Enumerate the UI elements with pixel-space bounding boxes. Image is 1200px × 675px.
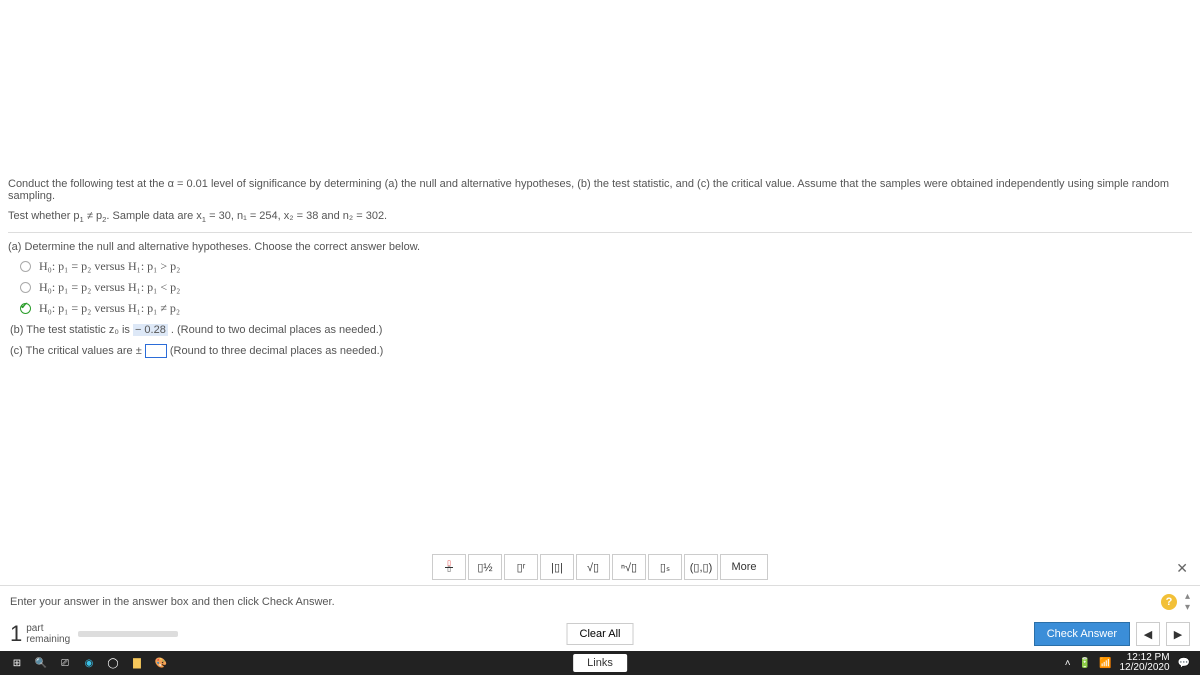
explorer-icon[interactable]: ▇ bbox=[130, 656, 144, 670]
search-icon[interactable]: 🔍 bbox=[34, 656, 48, 670]
palette-exponent-button[interactable]: ▯ʳ bbox=[504, 554, 538, 580]
help-icon[interactable]: ? bbox=[1161, 594, 1177, 610]
links-popup[interactable]: Links bbox=[573, 654, 627, 672]
palette-mixed-button[interactable]: ▯½ bbox=[468, 554, 502, 580]
problem-line-2: Test whether p1 ≠ p2. Sample data are x1… bbox=[8, 210, 1192, 224]
radio-label: H₀: p₁ = p₂ versus H₁: p₁ < p₂ bbox=[39, 280, 180, 295]
chevron-up-icon[interactable]: ˄ bbox=[1065, 658, 1071, 669]
palette-absolute-button[interactable]: |▯| bbox=[540, 554, 574, 580]
math-palette: ▯▯ ▯½ ▯ʳ |▯| √▯ ⁿ√▯ ▯ₛ (▯,▯) More bbox=[432, 554, 768, 580]
instruction-text: Enter your answer in the answer box and … bbox=[10, 596, 335, 608]
clear-all-button[interactable]: Clear All bbox=[567, 623, 634, 645]
clock[interactable]: 12:12 PM 12/20/2020 bbox=[1119, 653, 1169, 673]
part-c-row: (c) The critical values are ± (Round to … bbox=[10, 344, 1192, 358]
check-answer-button[interactable]: Check Answer bbox=[1034, 622, 1130, 646]
instruction-bar: Enter your answer in the answer box and … bbox=[0, 585, 1200, 617]
part-b-row: (b) The test statistic z₀ is − 0.28 . (R… bbox=[10, 324, 1192, 336]
progress-bar bbox=[78, 631, 178, 637]
action-bar: 1 partremaining Clear All Check Answer ◀… bbox=[0, 617, 1200, 651]
notifications-icon[interactable]: 💬 bbox=[1178, 658, 1190, 669]
problem-line-1: Conduct the following test at the α = 0.… bbox=[8, 178, 1192, 202]
windows-taskbar: ⊞ 🔍 ⎚ ◉ ◯ ▇ 🎨 Links ˄ 🔋 📶 12:12 PM 12/20… bbox=[0, 651, 1200, 675]
chrome-icon[interactable]: ◯ bbox=[106, 656, 120, 670]
palette-nthroot-button[interactable]: ⁿ√▯ bbox=[612, 554, 646, 580]
test-statistic-value: − 0.28 bbox=[133, 324, 168, 336]
prev-button[interactable]: ◀ bbox=[1136, 622, 1160, 646]
edge-icon[interactable]: ◉ bbox=[82, 656, 96, 670]
part-a-prompt: (a) Determine the null and alternative h… bbox=[8, 241, 1192, 253]
divider bbox=[8, 232, 1192, 233]
radio-icon-checked bbox=[20, 303, 31, 314]
close-icon[interactable]: ✕ bbox=[1176, 560, 1188, 577]
radio-option-1[interactable]: H₀: p₁ = p₂ versus H₁: p₁ > p₂ bbox=[20, 259, 1192, 274]
palette-subscript-button[interactable]: ▯ₛ bbox=[648, 554, 682, 580]
problem-statement: Conduct the following test at the α = 0.… bbox=[8, 178, 1192, 224]
task-view-icon[interactable]: ⎚ bbox=[58, 656, 72, 670]
radio-icon bbox=[20, 282, 31, 293]
palette-fraction-button[interactable]: ▯▯ bbox=[432, 554, 466, 580]
palette-more-button[interactable]: More bbox=[720, 554, 768, 580]
paint-icon[interactable]: 🎨 bbox=[154, 656, 168, 670]
palette-ordered-pair-button[interactable]: (▯,▯) bbox=[684, 554, 718, 580]
radio-option-2[interactable]: H₀: p₁ = p₂ versus H₁: p₁ < p₂ bbox=[20, 280, 1192, 295]
start-icon[interactable]: ⊞ bbox=[10, 656, 24, 670]
radio-label: H₀: p₁ = p₂ versus H₁: p₁ > p₂ bbox=[39, 259, 180, 274]
radio-icon bbox=[20, 261, 31, 272]
palette-sqrt-button[interactable]: √▯ bbox=[576, 554, 610, 580]
parts-remaining: 1 partremaining bbox=[10, 621, 70, 647]
critical-value-input[interactable] bbox=[145, 344, 167, 358]
radio-option-3[interactable]: H₀: p₁ = p₂ versus H₁: p₁ ≠ p₂ bbox=[20, 301, 1192, 316]
radio-label: H₀: p₁ = p₂ versus H₁: p₁ ≠ p₂ bbox=[39, 301, 180, 316]
stepper-icon[interactable]: ▴▾ bbox=[1185, 591, 1190, 613]
next-button[interactable]: ▶ bbox=[1166, 622, 1190, 646]
wifi-icon[interactable]: 📶 bbox=[1099, 658, 1111, 669]
battery-icon[interactable]: 🔋 bbox=[1079, 658, 1091, 669]
